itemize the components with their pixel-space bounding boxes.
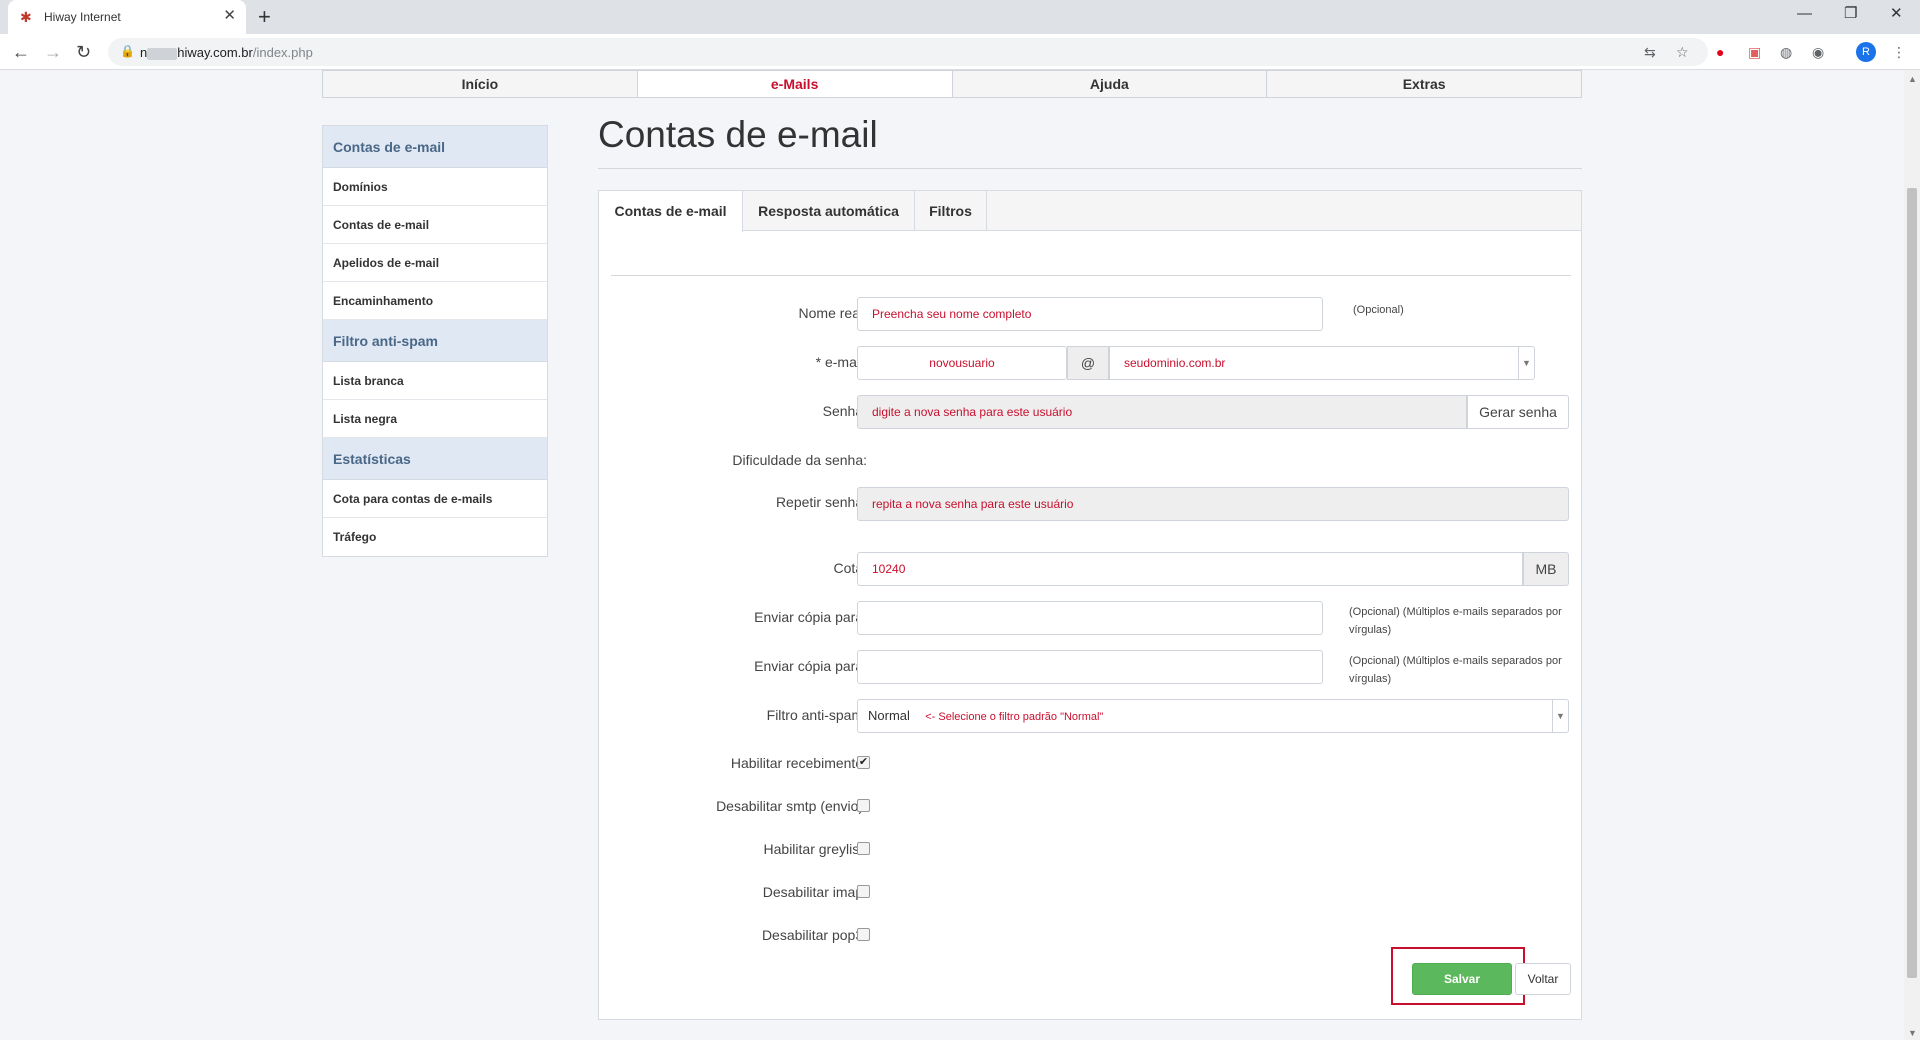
url-text: n hiway.com.br/index.php — [140, 45, 313, 60]
sidebar-item-trafego[interactable]: Tráfego — [323, 518, 547, 556]
reload-icon[interactable]: ↻ — [76, 42, 91, 62]
check-smtp-label: Desabilitar smtp (envio): — [716, 798, 867, 814]
save-button[interactable]: Salvar — [1412, 963, 1512, 995]
chevron-down-icon: ▼ — [1552, 700, 1568, 732]
check-imap[interactable] — [857, 885, 870, 898]
check-pop3[interactable] — [857, 928, 870, 941]
new-tab-button[interactable]: + — [258, 5, 271, 29]
scroll-up-icon[interactable]: ▲ — [1908, 74, 1917, 84]
forward-arrow-icon[interactable]: → — [44, 42, 62, 62]
scroll-down-icon[interactable]: ▼ — [1908, 1028, 1917, 1038]
globe-extension-icon[interactable]: ◍ — [1780, 44, 1792, 60]
page-title: Contas de e-mail — [598, 114, 878, 155]
tab-resposta-automatica[interactable]: Resposta automática — [743, 191, 915, 231]
cota-unit-addon: MB — [1523, 552, 1569, 586]
senha-input[interactable]: digite a nova senha para este usuário — [857, 395, 1467, 429]
url-blurred-segment — [147, 47, 178, 60]
nav-ajuda[interactable]: Ajuda — [953, 71, 1268, 97]
sidebar-item-contas[interactable]: Contas de e-mail — [323, 206, 547, 244]
sidebar-item-lista-negra[interactable]: Lista negra — [323, 400, 547, 438]
email-label: * e-mail: — [815, 354, 867, 370]
email-user-input[interactable]: novousuario — [857, 346, 1067, 380]
back-button[interactable]: Voltar — [1515, 963, 1571, 995]
copia2-hint: (Opcional) (Múltiplos e-mails separados … — [1349, 655, 1562, 685]
profile-avatar[interactable]: R — [1856, 42, 1876, 62]
checkmark-icon: ✔ — [858, 756, 869, 768]
sidebar-section-contas[interactable]: Contas de e-mail — [323, 126, 547, 168]
sidebar-item-lista-branca[interactable]: Lista branca — [323, 362, 547, 400]
sidebar-item-cota[interactable]: Cota para contas de e-mails — [323, 480, 547, 518]
nav-inicio[interactable]: Início — [323, 71, 638, 97]
page-scrollbar[interactable]: ▲ ▼ — [1904, 70, 1920, 1040]
tab-contas-email[interactable]: Contas de e-mail — [599, 191, 743, 232]
restore-icon[interactable]: ❐ — [1844, 4, 1857, 24]
sidebar-item-encaminhamento[interactable]: Encaminhamento — [323, 282, 547, 320]
sidebar-item-dominios[interactable]: Domínios — [323, 168, 547, 206]
close-window-icon[interactable]: ✕ — [1890, 4, 1903, 24]
check-greylist-label: Habilitar greylist: — [763, 841, 867, 857]
cota-input[interactable]: 10240 — [857, 552, 1523, 586]
form-panel: Contas de e-mail Resposta automática Fil… — [598, 190, 1582, 1020]
sidebar-item-apelidos[interactable]: Apelidos de e-mail — [323, 244, 547, 282]
address-bar[interactable]: 🔒 n hiway.com.br/index.php — [108, 38, 1708, 66]
copia2-input[interactable] — [857, 650, 1323, 684]
sidebar-section-estatisticas[interactable]: Estatísticas — [323, 438, 547, 480]
filtro-value: Normal — [868, 708, 910, 723]
at-sign-addon: @ — [1067, 346, 1109, 380]
bookmark-star-icon[interactable]: ☆ — [1676, 44, 1689, 60]
nome-real-input[interactable]: Preencha seu nome completo — [857, 297, 1323, 331]
sidebar-section-antispam[interactable]: Filtro anti-spam — [323, 320, 547, 362]
site-favicon-icon: ✱ — [20, 9, 32, 25]
panel-tabs: Contas de e-mail Resposta automática Fil… — [599, 191, 1581, 232]
nome-real-label: Nome real: — [798, 305, 867, 321]
browser-tab[interactable]: ✱ Hiway Internet ✕ — [8, 0, 246, 34]
copia1-hint: (Opcional) (Múltiplos e-mails separados … — [1349, 606, 1562, 636]
minimize-icon[interactable]: — — [1797, 4, 1812, 24]
gerar-senha-button[interactable]: Gerar senha — [1467, 395, 1569, 429]
dificuldade-label: Dificuldade da senha: — [732, 452, 867, 468]
copia1-input[interactable] — [857, 601, 1323, 635]
check-greylist[interactable] — [857, 842, 870, 855]
tab-filtros[interactable]: Filtros — [915, 191, 987, 231]
repetir-senha-input[interactable]: repita a nova senha para este usuário — [857, 487, 1569, 521]
chevron-down-icon: ▼ — [1518, 347, 1534, 379]
lock-icon: 🔒 — [120, 44, 135, 58]
copia1-label: Enviar cópia para: — [754, 609, 867, 625]
translate-icon[interactable]: ⇆ — [1644, 44, 1656, 60]
repetir-senha-label: Repetir senha: — [775, 494, 867, 510]
email-domain-select[interactable]: seudominio.com.br ▼ — [1109, 346, 1535, 380]
cota-label: Cota: — [833, 560, 867, 576]
check-imap-label: Desabilitar imap: — [762, 884, 867, 900]
nav-emails[interactable]: e-Mails — [637, 71, 953, 97]
tab-title: Hiway Internet — [44, 10, 121, 24]
browser-tabstrip: ✱ Hiway Internet ✕ + — ❐ ✕ — [0, 0, 1920, 34]
title-divider — [598, 168, 1582, 169]
eye-extension-icon[interactable]: ◉ — [1812, 44, 1824, 60]
back-arrow-icon[interactable]: ← — [12, 42, 30, 62]
filtro-note: <- Selecione o filtro padrão "Normal" — [925, 711, 1104, 723]
main-nav: Início e-Mails Ajuda Extras — [322, 70, 1582, 98]
kebab-menu-icon[interactable]: ⋮ — [1892, 44, 1906, 60]
check-pop3-label: Desabilitar pop3: — [761, 927, 867, 943]
browser-toolbar: ← → ↻ 🔒 n hiway.com.br/index.php ⇆ ☆ ● ▣ … — [0, 34, 1920, 70]
nome-real-hint: (Opcional) — [1353, 304, 1404, 316]
form-divider — [611, 275, 1571, 276]
opera-extension-icon[interactable]: ● — [1716, 44, 1724, 60]
check-recebimento-label: Habilitar recebimento: — [730, 755, 867, 771]
check-recebimento[interactable]: ✔ — [857, 756, 870, 769]
sidebar: Contas de e-mail Domínios Contas de e-ma… — [322, 125, 548, 557]
nav-extras[interactable]: Extras — [1267, 71, 1581, 97]
filtro-select[interactable]: Normal <- Selecione o filtro padrão "Nor… — [857, 699, 1569, 733]
close-tab-icon[interactable]: ✕ — [223, 8, 236, 24]
check-smtp[interactable] — [857, 799, 870, 812]
filtro-label: Filtro anti-spam: — [766, 707, 867, 723]
senha-label: Senha: — [822, 403, 867, 419]
copia2-label: Enviar cópia para: — [754, 658, 867, 674]
pdf-extension-icon[interactable]: ▣ — [1748, 44, 1761, 60]
email-domain-value: seudominio.com.br — [1124, 356, 1226, 370]
scrollbar-thumb[interactable] — [1907, 188, 1917, 978]
